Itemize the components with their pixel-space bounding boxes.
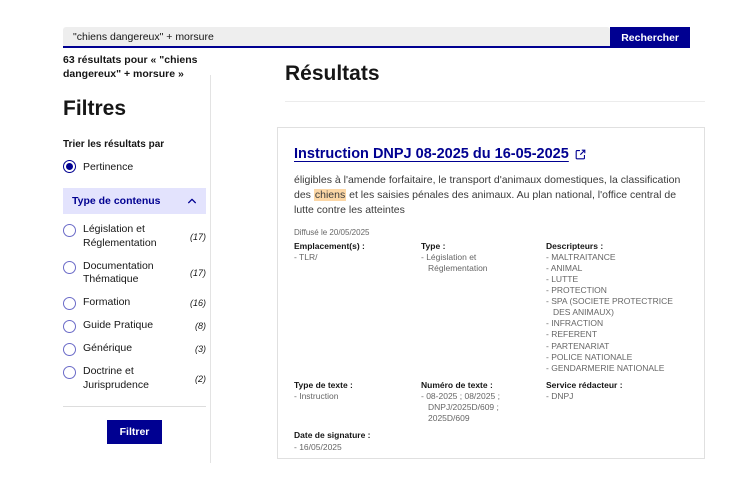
result-card: Instruction DNPJ 08-2025 du 16-05-2025 é… <box>277 127 705 459</box>
content-type-label: Doctrine et Jurisprudence <box>83 365 188 392</box>
snippet-text: et les saisies pénales des animaux. Au p… <box>294 189 676 216</box>
meta-field-value: Législation et Réglementation <box>421 252 538 274</box>
meta-field-label: Numéro de texte : <box>421 380 538 391</box>
meta-field-value: LUTTE <box>546 274 680 285</box>
content-type-option[interactable]: Guide Pratique (8) <box>63 319 206 333</box>
meta-field-label: Service rédacteur : <box>546 380 680 391</box>
meta-field-label: Type : <box>421 241 538 252</box>
meta-field: Date de signature :16/05/2025 <box>294 430 421 453</box>
content-type-options: Législation et Réglementation (17) Docum… <box>63 223 206 392</box>
radio-unselected-icon[interactable] <box>63 224 76 237</box>
meta-field-value: INFRACTION <box>546 318 680 329</box>
meta-field: Service rédacteur :DNPJ <box>546 380 688 425</box>
filters-sidebar: 63 résultats pour « "chiens dangereux" +… <box>63 53 206 444</box>
content-type-accordion[interactable]: Type de contenus <box>63 188 206 214</box>
search-bar: Rechercher <box>63 27 690 48</box>
meta-field: Emplacement(s) :TLR/ <box>294 241 421 374</box>
content-type-option[interactable]: Formation (16) <box>63 296 206 310</box>
accordion-label: Type de contenus <box>72 195 161 207</box>
meta-field-value: PARTENARIAT <box>546 341 680 352</box>
meta-field-value: POLICE NATIONALE <box>546 352 680 363</box>
meta-field-label: Type de texte : <box>294 380 413 391</box>
radio-unselected-icon[interactable] <box>63 366 76 379</box>
content-type-count: (17) <box>190 232 206 242</box>
meta-field-value: SPA (SOCIETE PROTECTRICE DES ANIMAUX) <box>546 296 680 318</box>
result-title-row: Instruction DNPJ 08-2025 du 16-05-2025 <box>294 146 688 162</box>
meta-field-label: Date de signature : <box>294 430 413 441</box>
sort-option-pertinence[interactable]: Pertinence <box>63 160 206 173</box>
content-type-count: (2) <box>195 374 206 384</box>
content-type-option[interactable]: Législation et Réglementation (17) <box>63 223 206 250</box>
result-count: 63 résultats pour « "chiens dangereux" +… <box>63 53 206 81</box>
content-type-count: (8) <box>195 321 206 331</box>
content-type-label: Guide Pratique <box>83 319 188 333</box>
content-type-count: (17) <box>190 268 206 278</box>
sidebar-divider <box>63 406 206 407</box>
meta-field-value: DNPJ <box>546 391 680 402</box>
snippet-highlight: chiens <box>314 189 346 201</box>
result-snippet: éligibles à l'amende forfaitaire, le tra… <box>294 173 688 219</box>
content-type-option[interactable]: Générique (3) <box>63 342 206 356</box>
sidebar-separator <box>210 75 211 463</box>
meta-field: Type :Législation et Réglementation <box>421 241 546 374</box>
content-type-label: Législation et Réglementation <box>83 223 183 250</box>
meta-field-label: Emplacement(s) : <box>294 241 413 252</box>
meta-field-value: 08-2025 ; 08/2025 ; DNPJ/2025D/609 ; 202… <box>421 391 538 424</box>
radio-selected-icon[interactable] <box>63 160 76 173</box>
meta-field-value: PROTECTION <box>546 285 680 296</box>
meta-field: Type de texte :Instruction <box>294 380 421 425</box>
radio-unselected-icon[interactable] <box>63 343 76 356</box>
meta-field-value: ANIMAL <box>546 263 680 274</box>
sort-label: Trier les résultats par <box>63 139 206 150</box>
meta-field-value: REFERENT <box>546 329 680 340</box>
content-type-label: Documentation Thématique <box>83 260 183 287</box>
radio-unselected-icon[interactable] <box>63 297 76 310</box>
results-rule <box>285 101 705 102</box>
content-type-count: (16) <box>190 298 206 308</box>
meta-field-label: Descripteurs : <box>546 241 680 252</box>
filter-button[interactable]: Filtrer <box>107 420 163 444</box>
meta-field: Numéro de texte :08-2025 ; 08/2025 ; DNP… <box>421 380 546 425</box>
external-link-icon <box>575 149 586 160</box>
result-metadata: Emplacement(s) :TLR/Type :Législation et… <box>294 241 688 453</box>
content-type-count: (3) <box>195 344 206 354</box>
meta-field-value: GENDARMERIE NATIONALE <box>546 363 680 374</box>
meta-field: Descripteurs :MALTRAITANCEANIMALLUTTEPRO… <box>546 241 688 374</box>
meta-field-value: TLR/ <box>294 252 413 263</box>
meta-field-value: Instruction <box>294 391 413 402</box>
radio-unselected-icon[interactable] <box>63 261 76 274</box>
content-type-option[interactable]: Doctrine et Jurisprudence (2) <box>63 365 206 392</box>
meta-field-value: MALTRAITANCE <box>546 252 680 263</box>
filters-title: Filtres <box>63 97 206 121</box>
published-date: Diffusé le 20/05/2025 <box>294 228 688 237</box>
radio-unselected-icon[interactable] <box>63 320 76 333</box>
content-type-option[interactable]: Documentation Thématique (17) <box>63 260 206 287</box>
content-type-label: Formation <box>83 296 183 310</box>
search-input[interactable] <box>63 27 610 48</box>
results-main: Résultats <box>285 62 705 102</box>
sort-option-label: Pertinence <box>83 161 133 173</box>
results-title: Résultats <box>285 62 705 86</box>
result-title-link[interactable]: Instruction DNPJ 08-2025 du 16-05-2025 <box>294 146 569 162</box>
content-type-label: Générique <box>83 342 188 356</box>
meta-field-value: 16/05/2025 <box>294 442 413 453</box>
chevron-up-icon <box>187 196 197 206</box>
search-button[interactable]: Rechercher <box>610 27 690 48</box>
